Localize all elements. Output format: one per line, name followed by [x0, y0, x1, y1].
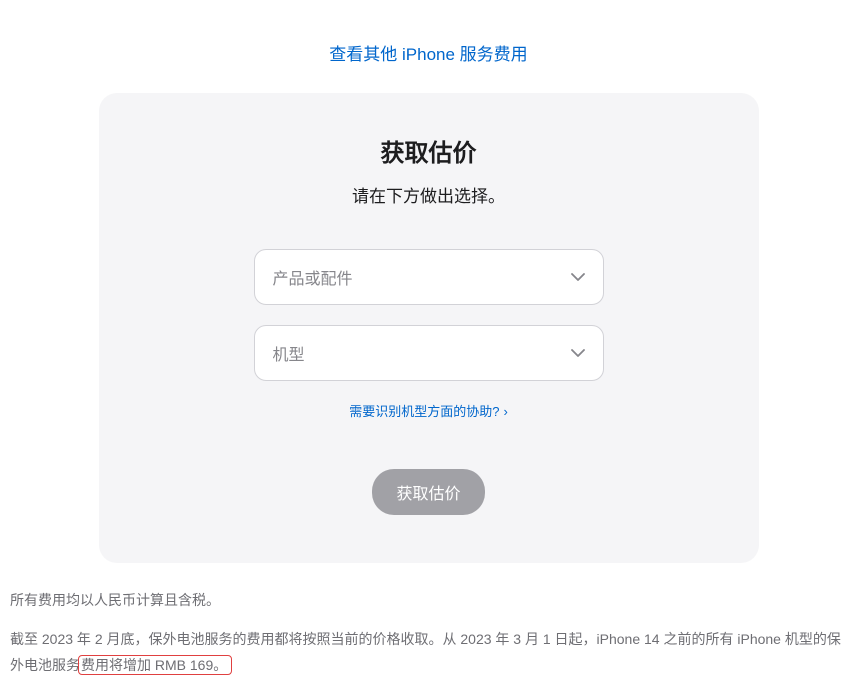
chevron-right-icon: › — [503, 404, 507, 419]
model-select-placeholder: 机型 — [273, 341, 305, 365]
footer-line-2: 截至 2023 年 2 月底，保外电池服务的费用都将按照当前的价格收取。从 20… — [10, 626, 847, 679]
identify-model-help-link[interactable]: 需要识别机型方面的协助? › — [349, 404, 508, 419]
help-link-label: 需要识别机型方面的协助? — [349, 404, 499, 419]
get-estimate-button[interactable]: 获取估价 — [372, 469, 484, 515]
card-subtitle: 请在下方做出选择。 — [119, 182, 739, 207]
other-iphone-service-link[interactable]: 查看其他 iPhone 服务费用 — [329, 45, 527, 64]
top-service-link-container: 查看其他 iPhone 服务费用 — [0, 0, 857, 93]
chevron-down-icon — [571, 273, 585, 281]
footer-notes: 所有费用均以人民币计算且含税。 截至 2023 年 2 月底，保外电池服务的费用… — [0, 563, 857, 679]
estimate-card: 获取估价 请在下方做出选择。 产品或配件 机型 需要识别机型方面的协助? › 获取… — [99, 93, 759, 563]
card-title: 获取估价 — [119, 133, 739, 168]
help-link-container: 需要识别机型方面的协助? › — [119, 401, 739, 421]
chevron-down-icon — [571, 349, 585, 357]
product-select-wrapper: 产品或配件 — [254, 249, 604, 305]
footer-line-1: 所有费用均以人民币计算且含税。 — [10, 587, 847, 614]
highlighted-price-increase: 费用将增加 RMB 169。 — [78, 655, 232, 675]
product-select-placeholder: 产品或配件 — [273, 265, 353, 289]
product-select[interactable]: 产品或配件 — [254, 249, 604, 305]
model-select-wrapper: 机型 — [254, 325, 604, 381]
model-select[interactable]: 机型 — [254, 325, 604, 381]
